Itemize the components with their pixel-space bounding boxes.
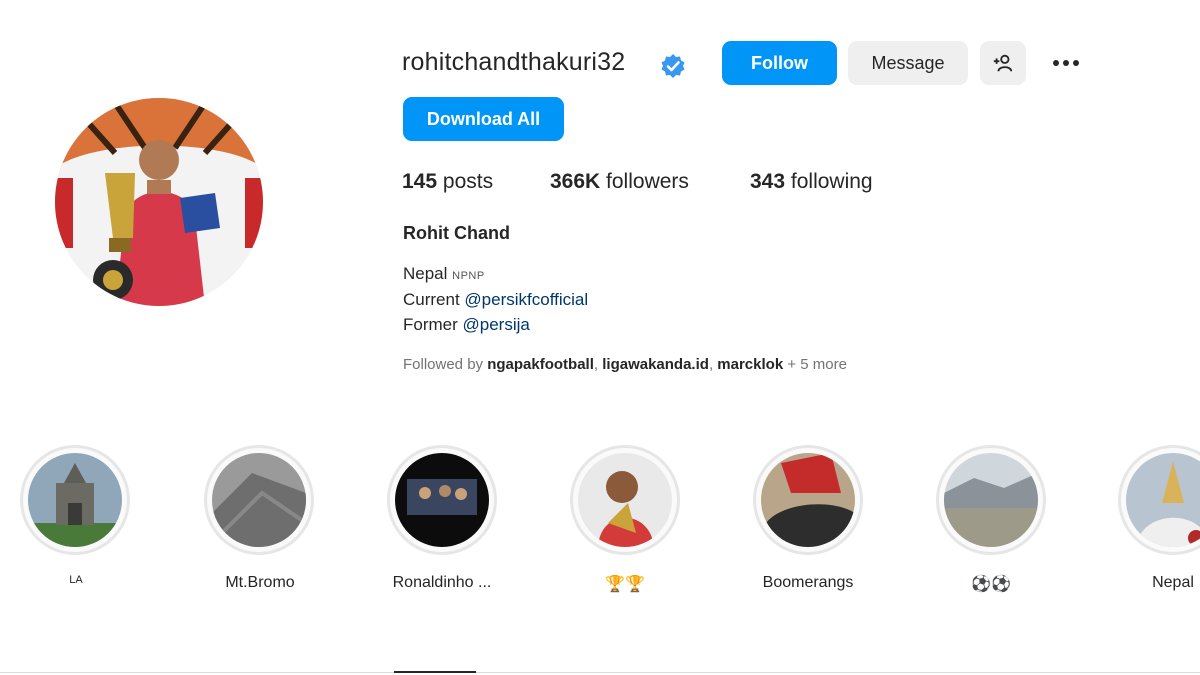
followed-by[interactable]: Followed by ngapakfootball, ligawakanda.… xyxy=(403,356,847,373)
following-count: 343 xyxy=(750,170,786,193)
profile-username: rohitchandthakuri32 xyxy=(402,48,626,76)
posts-count: 145 xyxy=(402,170,438,193)
more-options-button[interactable] xyxy=(1043,41,1089,85)
tab-divider xyxy=(0,672,1200,673)
highlight-cover xyxy=(761,453,855,547)
followers-stat[interactable]: 366K followers xyxy=(550,170,689,194)
profile-full-name: Rohit Chand xyxy=(403,223,510,243)
highlight-label: ⚽⚽ xyxy=(971,576,1011,593)
highlight-label: Mt.Bromo xyxy=(225,574,295,591)
followed-by-account[interactable]: ngapakfootball xyxy=(487,356,594,373)
bio-current-text: Current xyxy=(403,290,465,309)
followed-by-account[interactable]: ligawakanda.id xyxy=(602,356,709,373)
followed-by-suffix: + 5 more xyxy=(783,356,847,373)
bio-line-former: Former @persija xyxy=(403,315,530,335)
highlight-item[interactable] xyxy=(1118,445,1200,555)
profile-avatar[interactable] xyxy=(55,98,263,306)
suggested-users-button[interactable] xyxy=(980,41,1026,85)
following-stat[interactable]: 343 following xyxy=(750,170,873,194)
highlight-item[interactable] xyxy=(204,445,314,555)
bio-country-text: Nepal xyxy=(403,264,453,283)
highlight-item[interactable] xyxy=(936,445,1046,555)
highlight-item[interactable] xyxy=(570,445,680,555)
add-user-icon xyxy=(993,54,1013,72)
highlight-item[interactable] xyxy=(387,445,497,555)
highlight-item[interactable] xyxy=(753,445,863,555)
followers-count: 366K xyxy=(550,170,601,193)
posts-stat: 145 posts xyxy=(402,170,493,194)
followed-by-account[interactable]: marcklok xyxy=(717,356,783,373)
bio-former-link[interactable]: @persija xyxy=(463,315,530,334)
highlight-cover xyxy=(944,453,1038,547)
followed-by-prefix: Followed by xyxy=(403,356,488,373)
highlight-label: LA xyxy=(69,574,83,586)
highlight-cover xyxy=(395,453,489,547)
highlight-label: Nepal xyxy=(1152,574,1194,591)
more-dots-icon xyxy=(1053,60,1079,66)
bio-line-current: Current @persikfcofficial xyxy=(403,290,588,310)
bio-former-text: Former xyxy=(403,315,463,334)
highlight-cover xyxy=(212,453,306,547)
bio-line-country: Nepal NPNP xyxy=(403,264,485,284)
active-tab-indicator xyxy=(394,671,476,673)
following-label: following xyxy=(790,170,873,193)
highlight-label: 🏆🏆 xyxy=(605,576,645,593)
highlight-label: Ronaldinho ... xyxy=(392,574,492,591)
bio-current-link[interactable]: @persikfcofficial xyxy=(464,290,588,309)
followed-by-sep: , xyxy=(593,356,603,373)
bio-country-code: NPNP xyxy=(452,270,485,282)
highlight-cover xyxy=(28,453,122,547)
download-all-button[interactable]: Download All xyxy=(403,97,564,141)
highlight-item[interactable] xyxy=(20,445,130,555)
posts-label: posts xyxy=(442,170,494,193)
followers-label: followers xyxy=(606,170,689,193)
highlight-cover xyxy=(578,453,672,547)
highlight-label: Boomerangs xyxy=(762,574,854,591)
message-button[interactable]: Message xyxy=(848,41,968,85)
avatar-photo xyxy=(55,98,263,306)
highlight-cover xyxy=(1126,453,1200,547)
follow-button[interactable]: Follow xyxy=(722,41,837,85)
verified-badge-icon xyxy=(660,53,686,79)
